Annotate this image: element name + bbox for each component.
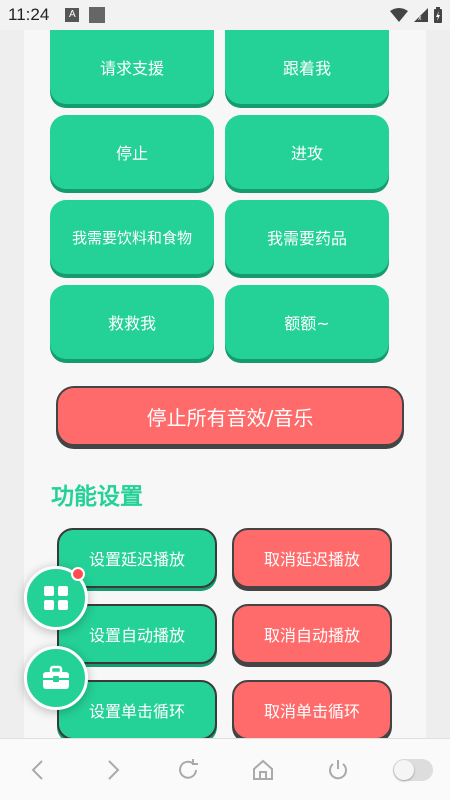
set-auto-label: 设置自动播放 — [88, 626, 185, 645]
stop-all-label: 停止所有音效/音乐 — [146, 405, 314, 430]
forward-icon — [107, 759, 119, 780]
notification-dot — [71, 567, 85, 581]
power-button[interactable] — [318, 750, 358, 790]
status-icons: x — [390, 7, 442, 23]
grid-menu-fab[interactable] — [24, 566, 88, 630]
forward-button[interactable] — [93, 750, 133, 790]
toolbox-fab[interactable] — [24, 646, 88, 710]
quick-button-help[interactable]: 请求支援 — [50, 30, 214, 104]
quick-button-label: 我需要饮料和食物 — [71, 228, 192, 247]
quick-button-label: 跟着我 — [282, 59, 331, 78]
toggle-switch[interactable] — [392, 750, 433, 790]
quick-button-label: 停止 — [115, 144, 148, 163]
cancel-loop-label: 取消单击循环 — [263, 702, 360, 721]
home-icon — [252, 759, 273, 780]
quick-button-stop[interactable]: 停止 — [50, 115, 214, 189]
cancel-auto-play-button[interactable]: 取消自动播放 — [232, 604, 392, 664]
quick-button-medicine[interactable]: 我需要药品 — [225, 200, 389, 274]
stop-all-sounds-button[interactable]: 停止所有音效/音乐 — [56, 386, 404, 446]
set-delay-label: 设置延迟播放 — [88, 550, 185, 569]
quick-button-save-me[interactable]: 救救我 — [50, 285, 214, 359]
power-icon — [328, 759, 347, 779]
quick-button-label: 请求支援 — [99, 59, 164, 78]
toggle-knob — [393, 759, 414, 780]
cancel-click-loop-button[interactable]: 取消单击循环 — [232, 680, 392, 738]
grid-icon — [44, 586, 68, 610]
refresh-button[interactable] — [168, 750, 208, 790]
cell-signal-icon: x — [414, 8, 428, 22]
battery-icon — [434, 7, 442, 23]
cancel-delay-label: 取消延迟播放 — [263, 550, 360, 569]
quick-button-food[interactable]: 我需要饮料和食物 — [50, 200, 214, 274]
status-time: 11:24 — [8, 5, 50, 24]
status-bar: 11:24 A x — [0, 0, 450, 30]
svg-text:x: x — [418, 15, 422, 22]
settings-section-title: 功能设置 — [51, 484, 143, 510]
quick-button-uh[interactable]: 额额~ — [225, 285, 389, 359]
quick-button-label: 额额~ — [284, 314, 330, 333]
quick-button-label: 救救我 — [107, 314, 156, 333]
quick-button-attack[interactable]: 进攻 — [225, 115, 389, 189]
quick-button-label: 我需要药品 — [266, 229, 347, 248]
a-notification-icon: A — [65, 8, 80, 22]
toolbox-icon — [43, 665, 69, 689]
wifi-icon — [390, 8, 408, 22]
main-content[interactable]: 请求支援 跟着我 停止 进攻 我需要饮料和食物 我需要药品 救救我 额额~ 停止… — [24, 30, 426, 738]
set-loop-label: 设置单击循环 — [88, 702, 185, 721]
quick-button-label: 进攻 — [290, 144, 323, 163]
cancel-auto-label: 取消自动播放 — [263, 626, 360, 645]
home-button[interactable] — [243, 750, 283, 790]
cancel-delay-play-button[interactable]: 取消延迟播放 — [232, 528, 392, 588]
back-button[interactable] — [18, 750, 58, 790]
notification-square-icon — [89, 7, 106, 23]
quick-button-follow[interactable]: 跟着我 — [225, 30, 389, 104]
refresh-icon — [178, 758, 198, 779]
toggle-track — [392, 758, 433, 781]
back-icon — [31, 759, 43, 780]
bottom-nav-bar — [0, 738, 450, 800]
